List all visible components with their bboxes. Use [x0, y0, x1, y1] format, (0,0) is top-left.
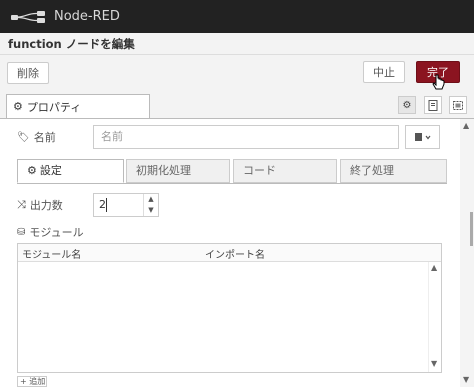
scroll-down-icon[interactable]: ▼ [463, 376, 471, 384]
vertical-scrollbar[interactable]: ▲ ▼ [460, 119, 474, 387]
tray-title: function ノードを編集 [8, 36, 135, 51]
scroll-down-icon[interactable]: ▼ [431, 360, 439, 368]
scrollbar-thumb[interactable] [470, 212, 473, 246]
app-title: Node-RED [54, 9, 120, 24]
name-input[interactable]: 名前 [93, 125, 399, 149]
cubes-icon: ⛁ [17, 226, 26, 238]
tray-toolbar: 削除 中止 完了 [0, 55, 474, 93]
subtab-finalize[interactable]: 終了処理 [340, 159, 447, 183]
stepper-down-icon[interactable]: ▼ [144, 205, 158, 216]
cursor-icon [432, 74, 445, 90]
tab-appearance[interactable] [449, 96, 467, 114]
editor-tabs: ⚙ プロパティ ⚙ [0, 92, 474, 119]
subtab-setup-label: 設定 [39, 164, 62, 177]
stepper-buttons: ▲ ▼ [143, 194, 158, 216]
scroll-up-icon[interactable]: ▲ [463, 122, 471, 130]
tab-properties-label: プロパティ [26, 100, 82, 114]
cancel-button[interactable]: 中止 [363, 61, 405, 83]
modules-table: モジュール名 インポート名 ▲ ▼ [17, 243, 442, 373]
subtab-setup[interactable]: ⚙ 設定 [17, 159, 124, 183]
name-label-row: 🏷 名前 [17, 125, 56, 149]
function-subtabs: ⚙ 設定 初期化処理 コード 終了処理 [17, 159, 447, 184]
outputs-stepper[interactable]: 2 ▲ ▼ [93, 193, 159, 217]
gear-icon: ⚙ [27, 164, 37, 177]
outputs-label-row: ⤨ 出力数 [17, 193, 63, 217]
scroll-up-icon[interactable]: ▲ [431, 264, 439, 272]
delete-button[interactable]: 削除 [7, 62, 49, 84]
outputs-value: 2 [99, 198, 106, 211]
gear-icon: ⚙ [402, 99, 412, 111]
app-titlebar: Node-RED [0, 0, 474, 33]
book-icon [428, 99, 438, 111]
outputs-label: 出力数 [29, 199, 63, 212]
column-module-name: モジュール名 [22, 250, 82, 261]
tab-description[interactable] [424, 96, 442, 114]
name-label: 名前 [33, 131, 56, 144]
modules-label: モジュール [29, 226, 84, 239]
tray-header: function ノードを編集 [0, 33, 474, 55]
tag-icon: 🏷 [17, 131, 30, 143]
add-module-button[interactable]: + 追加 [17, 376, 47, 387]
table-scrollbar[interactable]: ▲ ▼ [428, 262, 441, 372]
icon-picker-button[interactable] [405, 125, 440, 149]
book-icon [414, 133, 430, 141]
subtab-code[interactable]: コード [233, 159, 337, 183]
gear-icon: ⚙ [13, 100, 23, 113]
appearance-icon [453, 100, 463, 110]
node-red-logo-icon [11, 10, 45, 23]
stepper-up-icon[interactable]: ▲ [144, 194, 158, 205]
tab-properties[interactable]: ⚙ プロパティ [6, 94, 150, 118]
subtab-init[interactable]: 初期化処理 [126, 159, 230, 183]
modules-table-header: モジュール名 インポート名 [18, 244, 441, 262]
column-import-name: インポート名 [205, 250, 265, 261]
tab-settings[interactable]: ⚙ [398, 96, 416, 114]
modules-label-row: ⛁ モジュール [17, 224, 84, 240]
shuffle-icon: ⤨ [17, 198, 26, 211]
text-caret [106, 198, 107, 212]
